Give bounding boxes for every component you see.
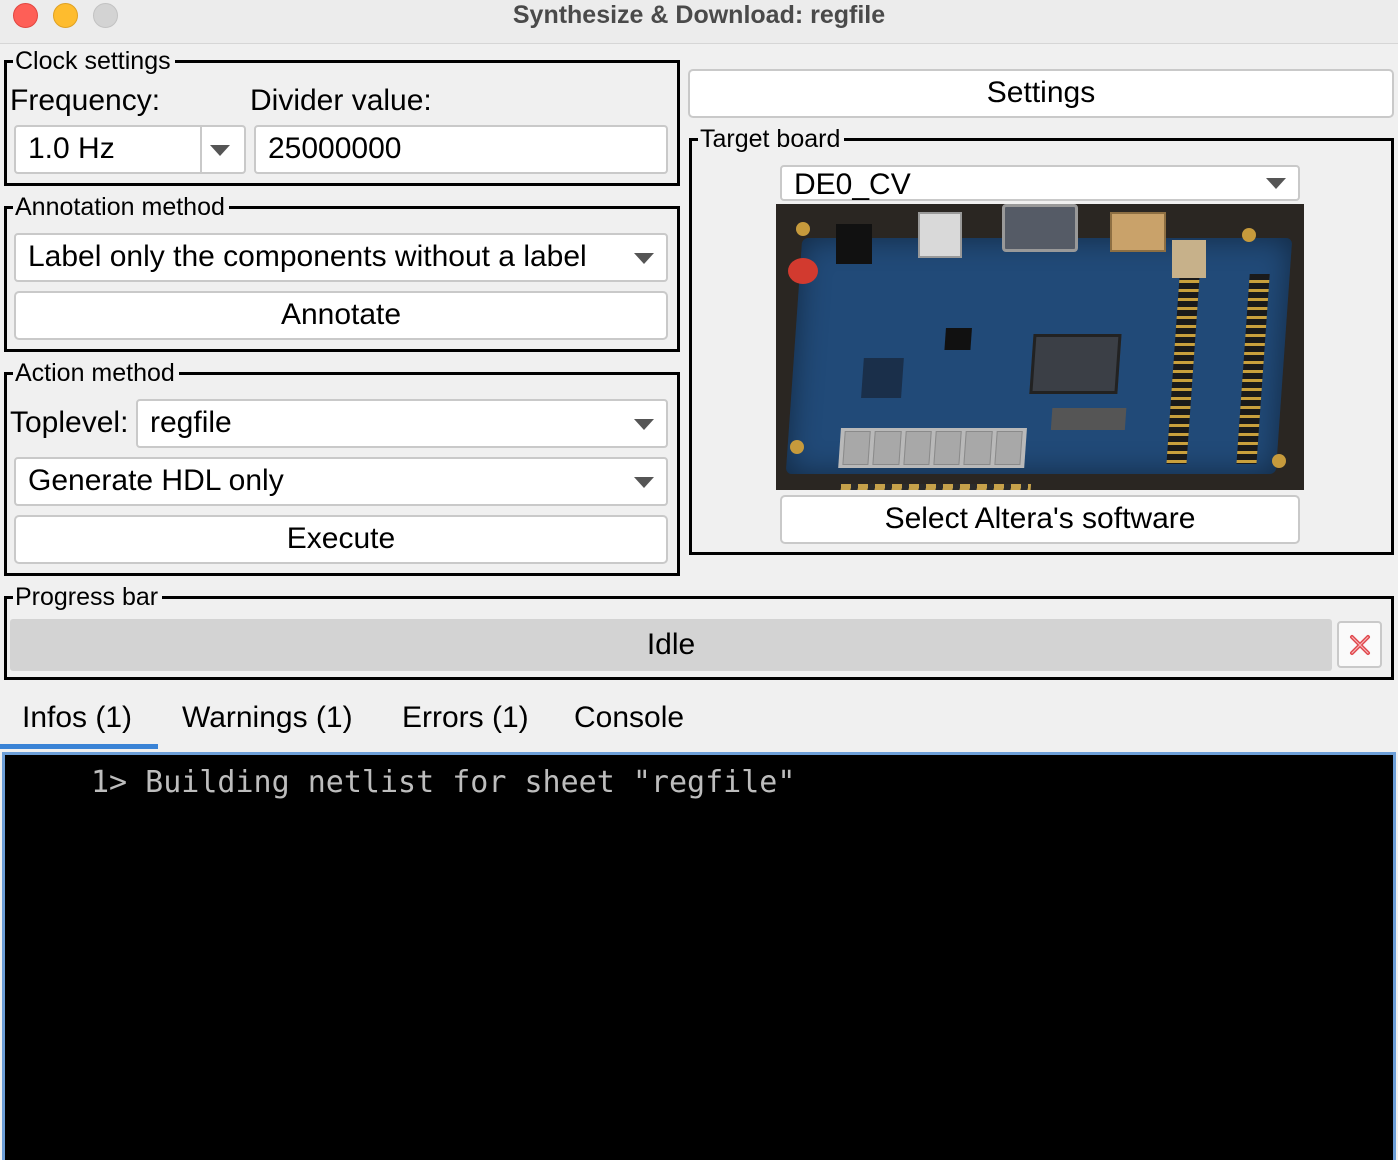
toplevel-label: Toplevel:	[10, 406, 129, 439]
seven-segment-display	[838, 428, 1027, 468]
progress-bar-label: Progress bar	[13, 583, 163, 611]
clock-settings-label: Clock settings	[13, 47, 175, 75]
board-image	[776, 204, 1304, 490]
toplevel-dropdown[interactable]: regfile	[136, 399, 668, 448]
annotation-method-dropdown[interactable]: Label only the components without a labe…	[14, 233, 668, 282]
info-log-area[interactable]: 1> Building netlist for sheet "regfile"	[2, 752, 1396, 1160]
window-title: Synthesize & Download: regfile	[512, 1, 886, 29]
progress-bar: Idle	[10, 619, 1332, 671]
action-method-label: Action method	[13, 359, 179, 387]
target-board-value: DE0_CV	[794, 168, 911, 201]
frequency-value: 1.0 Hz	[28, 132, 115, 165]
red-x-icon	[1350, 635, 1370, 655]
annotation-method-value: Label only the components without a labe…	[28, 240, 587, 273]
cancel-button[interactable]	[1337, 621, 1382, 668]
tab-infos[interactable]: Infos (1)	[0, 697, 158, 749]
frequency-dropdown[interactable]: 1.0 Hz	[14, 125, 246, 174]
annotate-button[interactable]: Annotate	[14, 291, 668, 340]
tab-warnings[interactable]: Warnings (1)	[160, 697, 375, 749]
progress-status: Idle	[646, 628, 696, 661]
annotation-method-label: Annotation method	[13, 193, 229, 221]
chevron-down-icon	[634, 252, 654, 264]
log-line: 1> Building netlist for sheet "regfile"	[91, 765, 796, 800]
tab-console[interactable]: Console	[552, 697, 706, 749]
chevron-down-icon	[634, 418, 654, 430]
select-altera-software-button[interactable]: Select Altera's software	[780, 495, 1300, 544]
settings-button[interactable]: Settings	[688, 69, 1394, 118]
execute-button[interactable]: Execute	[14, 515, 668, 564]
synthesize-download-window: Synthesize & Download: regfile Clock set…	[0, 0, 1398, 1160]
toplevel-value: regfile	[150, 406, 232, 439]
tab-errors[interactable]: Errors (1)	[380, 697, 551, 749]
target-board-label: Target board	[698, 125, 845, 153]
action-dropdown[interactable]: Generate HDL only	[14, 457, 668, 506]
divider-value-field[interactable]: 25000000	[254, 125, 668, 174]
chevron-down-icon	[1266, 178, 1286, 189]
action-value: Generate HDL only	[28, 464, 284, 497]
frequency-label: Frequency:	[10, 84, 161, 117]
chevron-down-icon	[210, 144, 230, 156]
board-pcb	[785, 238, 1293, 490]
chevron-down-icon	[634, 476, 654, 488]
target-board-dropdown[interactable]: DE0_CV	[780, 165, 1300, 201]
title-bar: Synthesize & Download: regfile	[0, 0, 1398, 44]
divider-label: Divider value:	[250, 84, 432, 117]
